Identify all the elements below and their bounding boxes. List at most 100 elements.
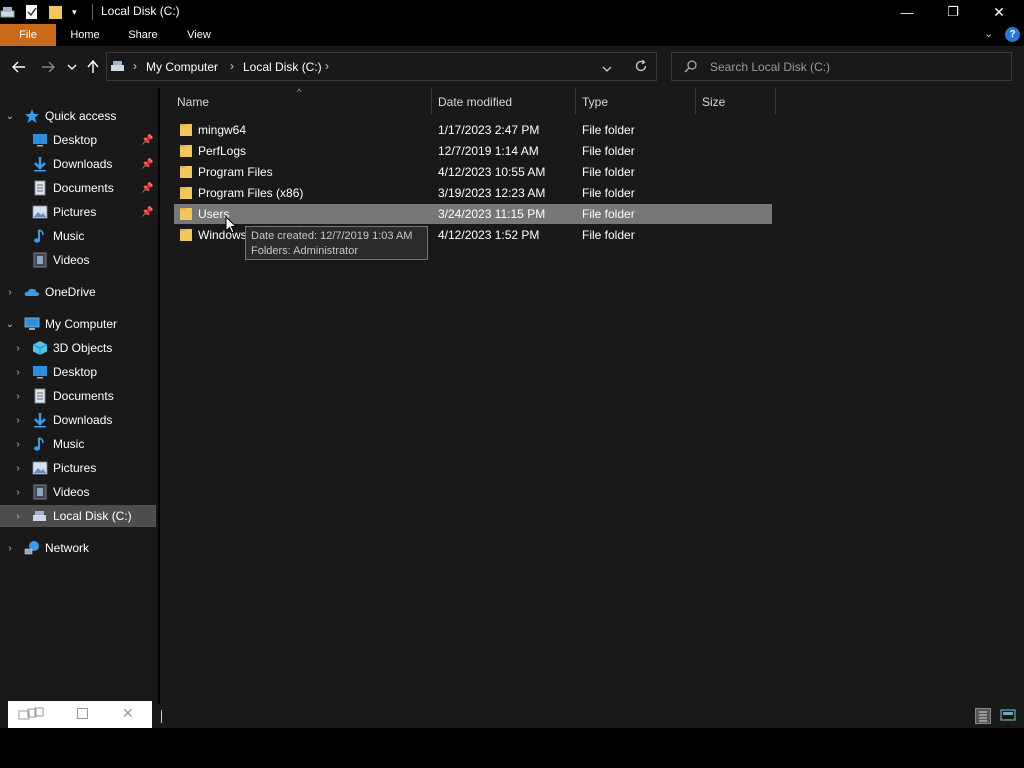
folder-icon: [180, 144, 194, 158]
nav-qa-desktop[interactable]: Desktop 📌: [0, 129, 156, 151]
tooltip: Date created: 12/7/2019 1:03 AM Folders:…: [245, 226, 428, 260]
expand-chevron-icon[interactable]: ⌄: [5, 105, 15, 127]
pin-icon[interactable]: 📌: [141, 135, 153, 146]
column-header-name[interactable]: Name: [177, 88, 209, 116]
music-icon: [32, 228, 48, 244]
nav-my-computer[interactable]: ⌄ My Computer: [0, 313, 156, 335]
drive-icon[interactable]: [0, 4, 16, 20]
nav-qa-music[interactable]: Music: [0, 225, 156, 247]
breadcrumb-separator[interactable]: ›: [325, 59, 329, 73]
pin-icon[interactable]: 📌: [141, 207, 153, 218]
breadcrumb-separator[interactable]: ›: [230, 59, 234, 73]
tab-share[interactable]: Share: [120, 24, 166, 46]
nav-qa-pictures[interactable]: Pictures 📌: [0, 201, 156, 223]
column-header-size[interactable]: Size: [702, 88, 725, 116]
address-dropdown-icon[interactable]: [602, 62, 612, 76]
large-icons-view-icon[interactable]: [1000, 708, 1017, 724]
file-name: Program Files (x86): [198, 186, 304, 200]
back-button[interactable]: [9, 57, 29, 77]
expand-chevron-icon[interactable]: ›: [13, 409, 23, 431]
file-date-modified: 3/19/2023 12:23 AM: [438, 186, 546, 200]
maximize-icon[interactable]: [77, 708, 88, 719]
nav-qa-downloads[interactable]: Downloads 📌: [0, 153, 156, 175]
file-row[interactable]: Program Files (x86) 3/19/2023 12:23 AM Fil…: [174, 183, 772, 203]
column-divider[interactable]: [775, 88, 776, 114]
search-input[interactable]: [710, 60, 1000, 74]
file-row[interactable]: mingw64 1/17/2023 2:47 PM File folder: [174, 120, 772, 140]
nav-label: Desktop: [53, 365, 98, 379]
file-row[interactable]: Users 3/24/2023 11:15 PM File folder: [174, 204, 772, 224]
file-date-modified: 3/24/2023 11:15 PM: [438, 207, 546, 221]
file-row[interactable]: Program Files 4/12/2023 10:55 AM File fold…: [174, 162, 772, 182]
nav-pc-music[interactable]: › Music: [0, 433, 156, 455]
properties-icon[interactable]: [24, 4, 40, 20]
nav-pc-desktop[interactable]: › Desktop: [0, 361, 156, 383]
tab-view[interactable]: View: [177, 24, 221, 46]
customize-qat-icon[interactable]: ▾: [72, 4, 77, 20]
file-list[interactable]: ^ Name Date modified Type Size mingw64 1/…: [160, 87, 1024, 704]
expand-chevron-icon[interactable]: ›: [13, 481, 23, 503]
navigation-pane[interactable]: ⌄ Quick access Desktop 📌 Downloads 📌 Doc…: [0, 88, 158, 704]
expand-chevron-icon[interactable]: ›: [13, 505, 23, 527]
breadcrumb-local-disk[interactable]: Local Disk (C:): [243, 60, 322, 74]
breadcrumb-my-computer[interactable]: My Computer: [146, 60, 218, 74]
expand-chevron-icon[interactable]: ›: [13, 337, 23, 359]
tab-file[interactable]: File: [0, 24, 56, 46]
nav-label: Quick access: [45, 109, 117, 123]
network-icon: [24, 540, 40, 556]
refresh-icon[interactable]: [634, 59, 648, 76]
recent-locations-icon[interactable]: [62, 57, 82, 77]
search-box[interactable]: [671, 52, 1012, 81]
tab-home[interactable]: Home: [62, 24, 108, 46]
address-bar[interactable]: › My Computer › Local Disk (C:) ›: [106, 52, 657, 81]
nav-onedrive[interactable]: › OneDrive: [0, 281, 156, 303]
taskbar-preview[interactable]: ✕: [8, 701, 152, 728]
nav-pc-local-disk[interactable]: › Local Disk (C:): [0, 505, 156, 527]
multi-window-icon[interactable]: [18, 707, 44, 724]
up-button[interactable]: [83, 57, 103, 77]
expand-chevron-icon[interactable]: ⌄: [5, 313, 15, 335]
column-header-date[interactable]: Date modified: [438, 88, 512, 116]
column-divider[interactable]: [695, 88, 696, 114]
column-divider[interactable]: [431, 88, 432, 114]
forward-button[interactable]: [38, 57, 58, 77]
column-header-type[interactable]: Type: [582, 88, 608, 116]
expand-chevron-icon[interactable]: ›: [13, 433, 23, 455]
new-folder-icon[interactable]: [48, 4, 64, 20]
restore-button[interactable]: ❐: [930, 0, 976, 24]
expand-chevron-icon[interactable]: ›: [13, 361, 23, 383]
nav-pc-videos[interactable]: › Videos: [0, 481, 156, 503]
expand-chevron-icon[interactable]: ›: [5, 537, 15, 559]
nav-qa-documents[interactable]: Documents 📌: [0, 177, 156, 199]
title-divider: [92, 4, 93, 20]
close-button[interactable]: ✕: [976, 0, 1022, 24]
expand-chevron-icon[interactable]: ›: [13, 385, 23, 407]
file-row[interactable]: PerfLogs 12/7/2019 1:14 AM File folder: [174, 141, 772, 161]
file-name: PerfLogs: [198, 144, 247, 158]
breadcrumb-separator[interactable]: ›: [133, 59, 137, 73]
nav-pc-downloads[interactable]: › Downloads: [0, 409, 156, 431]
expand-chevron-icon[interactable]: ›: [5, 281, 15, 303]
nav-label: Videos: [53, 485, 90, 499]
nav-quick-access[interactable]: ⌄ Quick access: [0, 105, 156, 127]
pin-icon[interactable]: 📌: [141, 183, 153, 194]
column-divider[interactable]: [575, 88, 576, 114]
title-bar: ▾ Local Disk (C:) — ❐ ✕: [0, 0, 1024, 24]
expand-chevron-icon[interactable]: ›: [13, 457, 23, 479]
close-icon[interactable]: ✕: [122, 705, 134, 722]
nav-network[interactable]: › Network: [0, 537, 156, 559]
nav-qa-videos[interactable]: Videos: [0, 249, 156, 271]
details-view-icon[interactable]: [975, 708, 991, 724]
file-name: mingw64: [198, 123, 247, 137]
nav-pc-documents[interactable]: › Documents: [0, 385, 156, 407]
tooltip-folders: Folders: Administrator: [251, 245, 358, 257]
minimize-button[interactable]: —: [884, 0, 930, 24]
pin-icon[interactable]: 📌: [141, 159, 153, 170]
help-icon[interactable]: ?: [1005, 27, 1020, 42]
star-icon: [24, 108, 40, 124]
file-type: File folder: [582, 123, 635, 137]
3d-objects-icon: [32, 340, 48, 356]
nav-pc-pictures[interactable]: › Pictures: [0, 457, 156, 479]
expand-ribbon-icon[interactable]: ⌄: [984, 27, 993, 40]
nav-pc-3d-objects[interactable]: › 3D Objects: [0, 337, 156, 359]
